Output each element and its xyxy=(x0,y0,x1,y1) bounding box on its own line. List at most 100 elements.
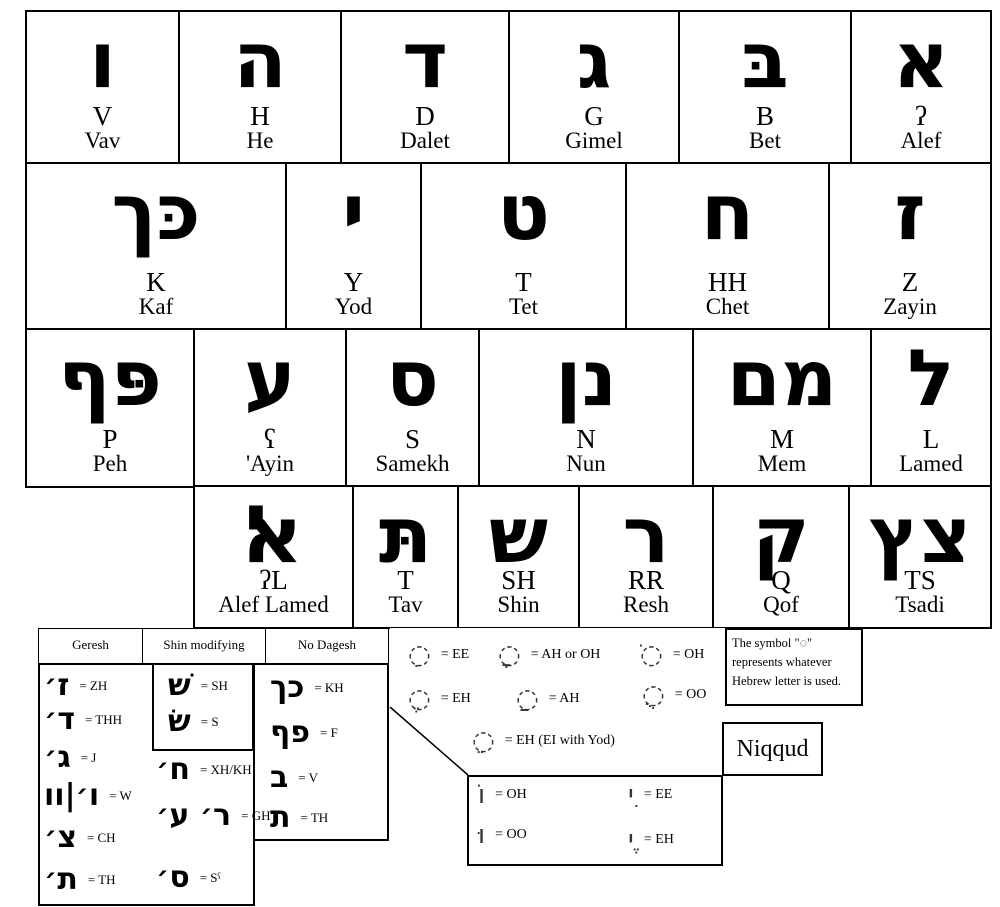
letter-cell-resh: ר RR Resh xyxy=(578,485,714,629)
value: = THH xyxy=(84,711,123,727)
value: = EE xyxy=(643,787,673,802)
note-line: The symbol "◌" xyxy=(732,636,813,650)
transliteration: ʔ xyxy=(915,101,927,131)
transliteration: TS xyxy=(904,565,936,595)
glyph: ◌ֹ xyxy=(640,640,663,670)
glyph: וֹ xyxy=(478,780,486,810)
letter-cell-bet: בּ B Bet xyxy=(678,10,852,165)
letter-cell-nun: נן N Nun xyxy=(478,328,694,488)
transliteration: B xyxy=(755,101,774,131)
hebrew-letter: ט xyxy=(497,168,550,258)
value: = OH xyxy=(672,647,705,662)
niqqud-item: ◌ָ = AH or OH xyxy=(498,640,600,670)
geresh-item: ד׳ = THH xyxy=(44,702,122,737)
glyph: ◌ַ xyxy=(516,684,539,714)
transliteration: ʔL xyxy=(259,565,288,595)
geresh-item: ז׳ = ZH xyxy=(44,668,107,703)
hebrew-letter: ו xyxy=(89,16,116,106)
transliteration: G xyxy=(584,101,604,131)
glyph: ת׳ xyxy=(44,862,78,897)
value: = AH or OH xyxy=(530,647,601,662)
vav-yod-item: וּ = OO xyxy=(478,820,527,850)
transliteration: V xyxy=(92,101,113,131)
no-dagesh-item: כך = KH xyxy=(270,670,344,705)
hebrew-letter: ד xyxy=(402,16,448,106)
value: = EH (EI with Yod) xyxy=(504,733,615,748)
letter-cell-peh: פּף P Peh xyxy=(25,328,195,488)
niqqud-item: ◌ֶ = EH xyxy=(408,684,471,714)
value: = V xyxy=(298,769,319,785)
letter-name: Samekh xyxy=(375,451,450,476)
glyph: וּ xyxy=(478,820,486,850)
geresh-item: ס׳ = Sˤ xyxy=(156,860,221,895)
niqqud-item: ◌ִ = EE xyxy=(408,640,469,670)
value: = F xyxy=(319,724,338,740)
no-dagesh-item: ת = TH xyxy=(270,800,328,835)
geresh-item: ו׳|וו = W xyxy=(44,778,132,813)
niqqud-label: Niqqud xyxy=(722,722,823,776)
value: = OO xyxy=(495,827,527,842)
transliteration: T xyxy=(515,267,532,297)
no-dagesh-header: No Dagesh xyxy=(265,628,389,664)
transliteration: ʕ xyxy=(264,424,276,454)
hebrew-letter: בּ xyxy=(741,16,789,106)
transliteration: L xyxy=(922,424,940,454)
glyph: ח׳ xyxy=(156,752,190,787)
value: = TH xyxy=(300,809,329,825)
value: = GH xyxy=(241,807,271,823)
shin-item: שׂ = S xyxy=(168,704,219,739)
no-dagesh-item: פף = F xyxy=(270,715,338,750)
note-line: represents whatever xyxy=(732,655,832,669)
letter-cell-vav: ו V Vav xyxy=(25,10,180,165)
niqqud-item: ◌ֻ = OO xyxy=(642,680,706,710)
glyph: ◌ִ xyxy=(408,640,431,670)
value: = OO xyxy=(674,687,707,702)
letter-name: Tsadi xyxy=(895,592,945,617)
value: = SH xyxy=(200,677,228,693)
letter-name: Bet xyxy=(749,128,781,153)
connector-line xyxy=(389,706,469,776)
value: = AH xyxy=(548,691,580,706)
value: = EH xyxy=(643,832,674,847)
value: = Sˤ xyxy=(199,869,221,885)
glyph: ד׳ xyxy=(44,702,75,737)
glyph: ת xyxy=(270,800,291,835)
no-dagesh-item: ב = V xyxy=(270,760,318,795)
shin-item: שׁ = SH xyxy=(168,668,228,703)
letter-cell-yod: י Y Yod xyxy=(285,162,422,331)
vav-yod-item: ֶי = EH xyxy=(628,825,674,855)
niqqud-item: ◌ֹ = OH xyxy=(640,640,704,670)
letter-cell-he: ה H He xyxy=(178,10,342,165)
value: = EH xyxy=(440,691,471,706)
transliteration: K xyxy=(146,267,166,297)
hebrew-letter: ז xyxy=(894,168,926,258)
letter-name: Lamed xyxy=(899,451,963,476)
letter-name: Tav xyxy=(388,592,423,617)
hebrew-letter: ה xyxy=(233,16,287,106)
hebrew-letter: ע xyxy=(244,334,296,424)
hebrew-letter: י xyxy=(342,168,365,258)
glyph: ◌ָ xyxy=(498,640,521,670)
glyph: ז׳ xyxy=(44,668,70,703)
letter-name: Yod xyxy=(334,294,373,319)
letter-cell-mem: מם M Mem xyxy=(692,328,872,488)
letter-name: Kaf xyxy=(138,294,174,319)
geresh-item: ח׳ = XH/KH xyxy=(156,752,252,787)
glyph: ◌ֵ xyxy=(472,726,495,756)
niqqud-item: ◌ֵ = EH (EI with Yod) xyxy=(472,726,615,756)
value: = XH/KH xyxy=(199,761,252,777)
transliteration: Y xyxy=(343,267,364,297)
transliteration: H xyxy=(250,101,270,131)
transliteration: D xyxy=(415,101,435,131)
letter-cell-tet: ט T Tet xyxy=(420,162,627,331)
vav-yod-item: וֹ = OH xyxy=(478,780,527,810)
letter-name: Gimel xyxy=(565,128,623,153)
letter-name: Shin xyxy=(497,592,540,617)
glyph: ס׳ xyxy=(156,860,190,895)
value: = ZH xyxy=(79,677,108,693)
value: = CH xyxy=(86,829,116,845)
letter-cell-tsadi: צץ TS Tsadi xyxy=(848,485,992,629)
transliteration: Q xyxy=(771,565,791,595)
value: = TH xyxy=(87,871,116,887)
geresh-item: ג׳ = J xyxy=(44,740,96,775)
